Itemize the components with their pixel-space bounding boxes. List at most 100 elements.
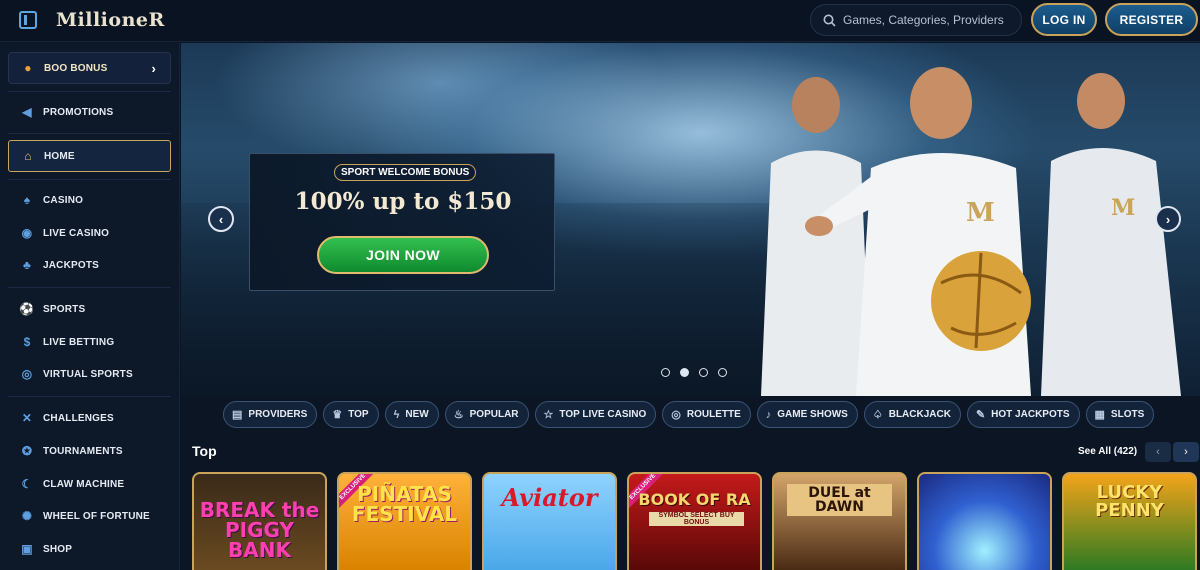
- divider: [8, 133, 171, 134]
- divider: [8, 287, 171, 288]
- sidebar-item-label: HOME: [44, 150, 75, 162]
- see-all-link[interactable]: See All (422): [1078, 446, 1137, 457]
- sidebar-item-claw-machine[interactable]: ☾ CLAW MACHINE: [8, 468, 171, 500]
- category-label: ROULETTE: [686, 409, 741, 420]
- category-blackjack[interactable]: ♤ BLACKJACK: [863, 401, 961, 428]
- sidebar-item-casino[interactable]: ♠ CASINO: [8, 184, 171, 216]
- category-top[interactable]: ♛ TOP: [323, 401, 379, 428]
- category-game-shows[interactable]: ♪ GAME SHOWS: [756, 401, 858, 428]
- sidebar-item-label: SPORTS: [43, 303, 86, 315]
- logo[interactable]: MillioneR: [56, 9, 165, 31]
- category-hot-jackpots[interactable]: ✎ HOT JACKPOTS: [966, 401, 1080, 428]
- sidebar-item-tournaments[interactable]: ✪ TOURNAMENTS: [8, 435, 171, 467]
- sidebar-item-sports[interactable]: ⚽ SPORTS: [8, 293, 171, 325]
- divider: [8, 396, 171, 397]
- chevron-right-icon: ›: [151, 61, 156, 76]
- chevron-left-icon: ‹: [1156, 446, 1160, 458]
- sidebar-item-shop[interactable]: ▣ SHOP: [8, 533, 171, 565]
- game-tile[interactable]: [917, 472, 1052, 570]
- chevron-right-icon: ›: [1165, 211, 1171, 227]
- section-title: Top: [192, 443, 217, 459]
- search-input[interactable]: [843, 13, 1013, 27]
- games-next-button[interactable]: ›: [1173, 442, 1199, 462]
- sidebar-item-virtual-sports[interactable]: ◎ VIRTUAL SPORTS: [8, 358, 171, 390]
- home-icon: ⌂: [24, 149, 32, 163]
- svg-text:M: M: [966, 198, 995, 228]
- chip-icon: ◉: [21, 226, 33, 240]
- search-icon: [823, 14, 836, 27]
- lightning-icon: ϟ: [393, 408, 400, 421]
- game-tile[interactable]: DUEL at DAWN: [772, 472, 907, 570]
- sidebar-toggle-icon[interactable]: [19, 11, 37, 29]
- game-tile[interactable]: BREAK the PIGGY BANK: [192, 472, 327, 570]
- book-icon: ▤: [232, 409, 243, 421]
- game-title: Aviator: [501, 483, 598, 512]
- category-top-live-casino[interactable]: ☆ TOP LIVE CASINO: [534, 401, 657, 428]
- sidebar-item-boo-bonus[interactable]: ● BOO BONUS ›: [8, 52, 171, 84]
- game-tile[interactable]: EXCLUSIVE BOOK OF RA SYMBOL SELECT BUY B…: [627, 472, 762, 570]
- sidebar-item-label: CASINO: [43, 194, 84, 206]
- sidebar-item-label: WHEEL OF FORTUNE: [43, 510, 150, 522]
- carousel-dot-active[interactable]: [680, 368, 689, 377]
- sidebar-item-label: VIRTUAL SPORTS: [43, 368, 133, 380]
- chevron-left-icon: ‹: [218, 211, 224, 227]
- category-label: HOT JACKPOTS: [991, 409, 1070, 420]
- chevron-right-icon: ›: [1184, 446, 1188, 458]
- medal-icon: ✪: [21, 444, 33, 458]
- live-dollar-icon: $: [23, 335, 31, 349]
- pumpkin-icon: ●: [24, 61, 32, 75]
- sidebar-item-label: BOO BONUS: [44, 62, 108, 74]
- game-tile[interactable]: Aviator: [482, 472, 617, 570]
- sidebar-item-live-betting[interactable]: $ LIVE BETTING: [8, 326, 171, 358]
- crown-icon: ♛: [332, 409, 343, 421]
- promo-tag: SPORT WELCOME BONUS: [334, 164, 477, 181]
- hero-banner[interactable]: M M SPORT WELCOME BONUS 100% up to $150 …: [181, 43, 1200, 396]
- carousel-dot[interactable]: [699, 368, 708, 377]
- game-title: BOOK OF RA: [638, 490, 751, 509]
- carousel-prev-button[interactable]: ‹: [208, 206, 234, 232]
- carousel-dot[interactable]: [661, 368, 670, 377]
- cards-icon: ♤: [872, 409, 883, 421]
- clover-icon: ♣: [22, 258, 32, 272]
- sidebar-item-challenges[interactable]: ✕ CHALLENGES: [8, 402, 171, 434]
- flame-icon: ♨: [453, 409, 464, 421]
- carousel-next-button[interactable]: ›: [1155, 206, 1181, 232]
- category-roulette[interactable]: ◎ ROULETTE: [662, 401, 751, 428]
- football-players-image: M M: [761, 67, 1181, 396]
- game-title: DUEL at DAWN: [787, 484, 892, 516]
- join-now-button[interactable]: JOIN NOW: [317, 236, 489, 274]
- star-icon: ☆: [543, 409, 554, 421]
- game-tile[interactable]: LUCKY PENNY: [1062, 472, 1197, 570]
- spade-icon: ♠: [23, 193, 31, 207]
- games-prev-button[interactable]: ‹: [1145, 442, 1171, 462]
- game-title: PIÑATAS FESTIVAL: [351, 482, 458, 526]
- category-providers[interactable]: ▤ PROVIDERS: [223, 401, 318, 428]
- category-popular[interactable]: ♨ POPULAR: [444, 401, 529, 428]
- category-label: SLOTS: [1110, 409, 1145, 420]
- divider: [8, 91, 171, 92]
- category-slots[interactable]: ▦ SLOTS: [1085, 401, 1155, 428]
- sidebar-item-label: PROMOTIONS: [43, 106, 114, 118]
- globe-icon: ◎: [21, 367, 33, 381]
- promo-title: 100% up to $150: [294, 188, 512, 215]
- slot-machine-icon: ▦: [1094, 409, 1105, 421]
- category-new[interactable]: ϟ NEW: [384, 401, 439, 428]
- carousel-dot[interactable]: [718, 368, 727, 377]
- category-bar: ▤ PROVIDERS ♛ TOP ϟ NEW ♨ POPULAR ☆ TOP LIVE …: [223, 401, 1155, 428]
- sidebar-item-label: LIVE CASINO: [43, 227, 110, 239]
- claw-icon: ☾: [21, 477, 33, 491]
- sidebar-item-live-casino[interactable]: ◉ LIVE CASINO: [8, 217, 171, 249]
- sidebar-item-promotions[interactable]: ◀ PROMOTIONS: [8, 96, 171, 128]
- sidebar-item-label: LIVE BETTING: [43, 336, 115, 348]
- shopping-bag-icon: ▣: [21, 542, 33, 556]
- sidebar-item-home[interactable]: ⌂ HOME: [8, 140, 171, 172]
- microphone-icon: ♪: [765, 408, 772, 421]
- sidebar-item-jackpots[interactable]: ♣ JACKPOTS: [8, 249, 171, 281]
- register-button[interactable]: REGISTER: [1105, 3, 1198, 36]
- game-tile[interactable]: EXCLUSIVE PIÑATAS FESTIVAL: [337, 472, 472, 570]
- sidebar-item-wheel-of-fortune[interactable]: ✺ WHEEL OF FORTUNE: [8, 500, 171, 532]
- soccer-ball-icon: ⚽: [19, 302, 35, 316]
- sidebar: ● BOO BONUS › ◀ PROMOTIONS ⌂ HOME ♠ CASI…: [0, 43, 180, 570]
- search-box[interactable]: [810, 4, 1022, 36]
- login-button[interactable]: LOG IN: [1031, 3, 1097, 36]
